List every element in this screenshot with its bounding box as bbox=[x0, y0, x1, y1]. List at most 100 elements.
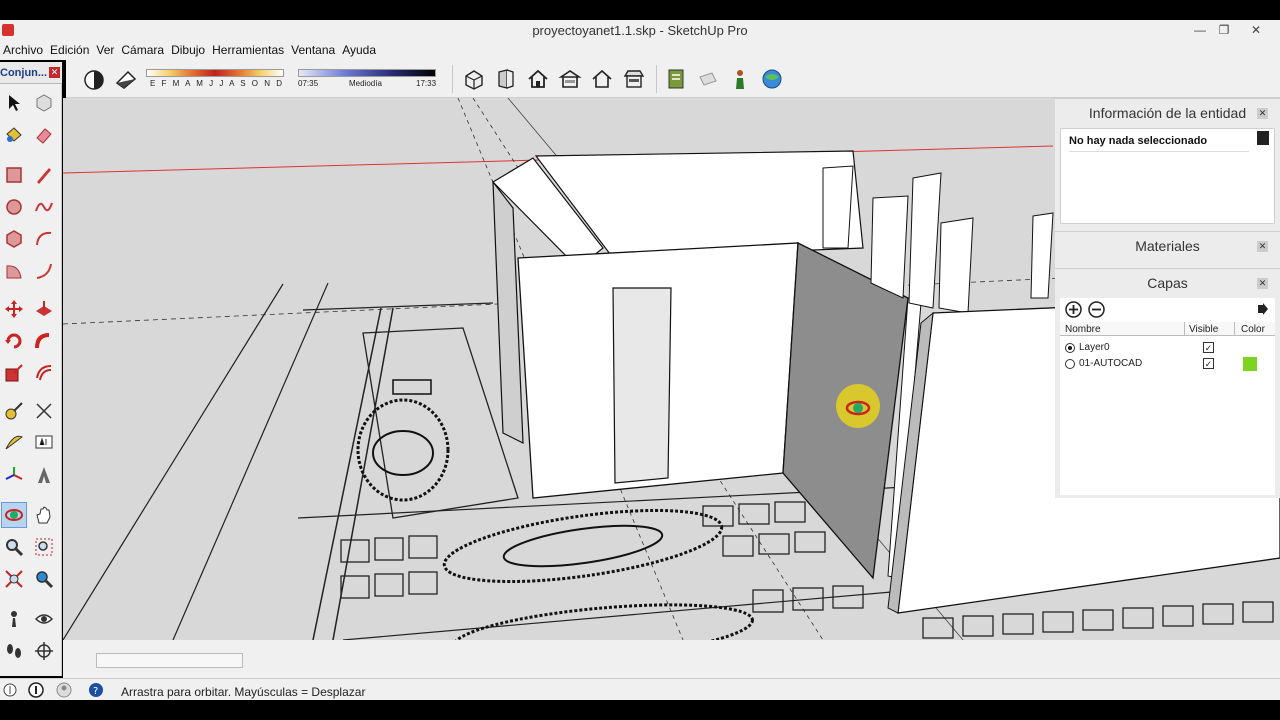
menu-dibujo[interactable]: Dibujo bbox=[168, 42, 209, 57]
geo-location-status-icon[interactable] bbox=[2, 682, 18, 698]
menu-edicion[interactable]: Edición bbox=[47, 42, 93, 57]
minimize-button[interactable]: — bbox=[1188, 22, 1212, 38]
zoom-extents-icon bbox=[5, 570, 23, 588]
eraser-tool[interactable] bbox=[31, 122, 57, 148]
dimension-tool[interactable] bbox=[31, 398, 57, 424]
extension-warehouse-icon[interactable] bbox=[728, 67, 752, 91]
default-tray: Información de la entidad ✕ No hay nada … bbox=[1055, 98, 1280, 498]
select-tool[interactable] bbox=[1, 90, 27, 116]
menu-camara[interactable]: Cámara bbox=[118, 42, 168, 57]
look-around-tool[interactable] bbox=[31, 606, 57, 632]
protractor-tool[interactable] bbox=[1, 430, 27, 456]
right-view-icon[interactable] bbox=[558, 67, 582, 91]
fog-toggle-icon[interactable] bbox=[114, 67, 138, 91]
two-point-arc-tool[interactable] bbox=[31, 258, 57, 284]
follow-me-tool[interactable] bbox=[31, 328, 57, 354]
column-visible[interactable]: Visible bbox=[1189, 324, 1218, 335]
push-pull-tool[interactable] bbox=[31, 296, 57, 322]
shadow-date-slider[interactable] bbox=[146, 69, 284, 77]
measurements-box[interactable] bbox=[96, 653, 243, 668]
column-color[interactable]: Color bbox=[1241, 324, 1265, 335]
delete-layer-icon[interactable] bbox=[1088, 301, 1105, 318]
visible-checkbox[interactable]: ✓ bbox=[1203, 358, 1214, 369]
layer-color-swatch[interactable] bbox=[1243, 357, 1257, 371]
close-left-panel-button[interactable]: ✕ bbox=[49, 67, 60, 78]
circle-icon bbox=[6, 199, 22, 215]
3d-text-tool[interactable] bbox=[31, 462, 57, 488]
walk-tool[interactable] bbox=[1, 638, 27, 664]
two-point-arc-icon bbox=[36, 263, 52, 279]
axes-tool[interactable] bbox=[1, 462, 27, 488]
move-tool[interactable] bbox=[1, 296, 27, 322]
time-noon-label: Mediodía bbox=[349, 79, 382, 88]
pan-tool[interactable] bbox=[31, 502, 57, 528]
get-models-icon[interactable] bbox=[664, 67, 688, 91]
layer-row[interactable]: 01-AUTOCAD ✓ bbox=[1060, 356, 1275, 372]
layers-header[interactable]: Capas ✕ bbox=[1055, 268, 1280, 296]
orbit-icon bbox=[5, 509, 23, 521]
zoom-window-tool[interactable] bbox=[31, 534, 57, 560]
scale-tool[interactable] bbox=[1, 360, 27, 386]
entity-info-header[interactable]: Información de la entidad ✕ bbox=[1055, 98, 1280, 126]
close-window-button[interactable]: ✕ bbox=[1244, 22, 1268, 38]
time-end-label: 17:33 bbox=[416, 79, 437, 88]
arc-tool[interactable] bbox=[31, 226, 57, 252]
polygon-tool[interactable] bbox=[1, 226, 27, 252]
follow-me-icon bbox=[35, 333, 50, 349]
orbit-tool[interactable] bbox=[1, 502, 27, 528]
layers-details-icon[interactable] bbox=[1256, 302, 1270, 316]
left-view-icon[interactable] bbox=[622, 67, 646, 91]
hand-icon bbox=[36, 506, 51, 524]
make-component-tool[interactable] bbox=[31, 90, 57, 116]
shadows-toggle-icon[interactable] bbox=[82, 67, 106, 91]
iso-view-icon[interactable] bbox=[462, 67, 486, 91]
close-materials-button[interactable]: ✕ bbox=[1257, 241, 1268, 252]
section-plane-tool[interactable] bbox=[31, 638, 57, 664]
front-view-icon[interactable] bbox=[526, 67, 550, 91]
add-layer-icon[interactable] bbox=[1065, 301, 1082, 318]
position-camera-tool[interactable] bbox=[1, 606, 27, 632]
maximize-button[interactable]: ❐ bbox=[1212, 22, 1236, 38]
active-layer-radio[interactable] bbox=[1065, 343, 1075, 353]
shadow-time-slider[interactable] bbox=[298, 69, 436, 77]
close-layers-button[interactable]: ✕ bbox=[1257, 278, 1268, 289]
rotate-tool[interactable] bbox=[1, 328, 27, 354]
tape-measure-tool[interactable] bbox=[1, 398, 27, 424]
offset-tool[interactable] bbox=[31, 360, 57, 386]
freehand-tool[interactable] bbox=[31, 194, 57, 220]
materials-header[interactable]: Materiales ✕ bbox=[1055, 231, 1280, 259]
zoom-tool[interactable] bbox=[1, 534, 27, 560]
zoom-window-icon bbox=[35, 538, 53, 556]
back-view-icon[interactable] bbox=[590, 67, 614, 91]
rectangle-icon bbox=[6, 167, 22, 183]
status-bar: ? Arrastra para orbitar. Mayúsculas = De… bbox=[0, 678, 1280, 700]
paint-bucket-tool[interactable] bbox=[1, 122, 27, 148]
close-entity-info-button[interactable]: ✕ bbox=[1257, 108, 1268, 119]
svg-text:?: ? bbox=[93, 686, 98, 697]
menu-archivo[interactable]: Archivo bbox=[0, 42, 47, 57]
previous-view-tool[interactable] bbox=[31, 566, 57, 592]
rectangle-tool[interactable] bbox=[1, 162, 27, 188]
menu-herramientas[interactable]: Herramientas bbox=[209, 42, 288, 57]
circle-tool[interactable] bbox=[1, 194, 27, 220]
zoom-extents-tool[interactable] bbox=[1, 566, 27, 592]
menu-ventana[interactable]: Ventana bbox=[288, 42, 339, 57]
share-model-icon[interactable] bbox=[696, 67, 720, 91]
expand-details-icon[interactable] bbox=[1257, 131, 1269, 145]
protractor-icon bbox=[5, 435, 23, 450]
top-view-icon[interactable] bbox=[494, 67, 518, 91]
text-tool[interactable] bbox=[31, 430, 57, 456]
user-status-icon[interactable] bbox=[56, 682, 72, 698]
help-icon[interactable]: ? bbox=[88, 682, 104, 698]
bottom-area bbox=[63, 640, 1280, 678]
menu-ver[interactable]: Ver bbox=[93, 42, 118, 57]
geo-location-icon[interactable] bbox=[760, 67, 784, 91]
active-layer-radio[interactable] bbox=[1065, 359, 1075, 369]
visible-checkbox[interactable]: ✓ bbox=[1203, 342, 1214, 353]
credits-status-icon[interactable] bbox=[28, 682, 44, 698]
layer-row[interactable]: Layer0 ✓ bbox=[1060, 340, 1275, 356]
pie-tool[interactable] bbox=[1, 258, 27, 284]
line-tool[interactable] bbox=[31, 162, 57, 188]
column-name[interactable]: Nombre bbox=[1065, 324, 1101, 335]
menu-ayuda[interactable]: Ayuda bbox=[339, 42, 380, 57]
